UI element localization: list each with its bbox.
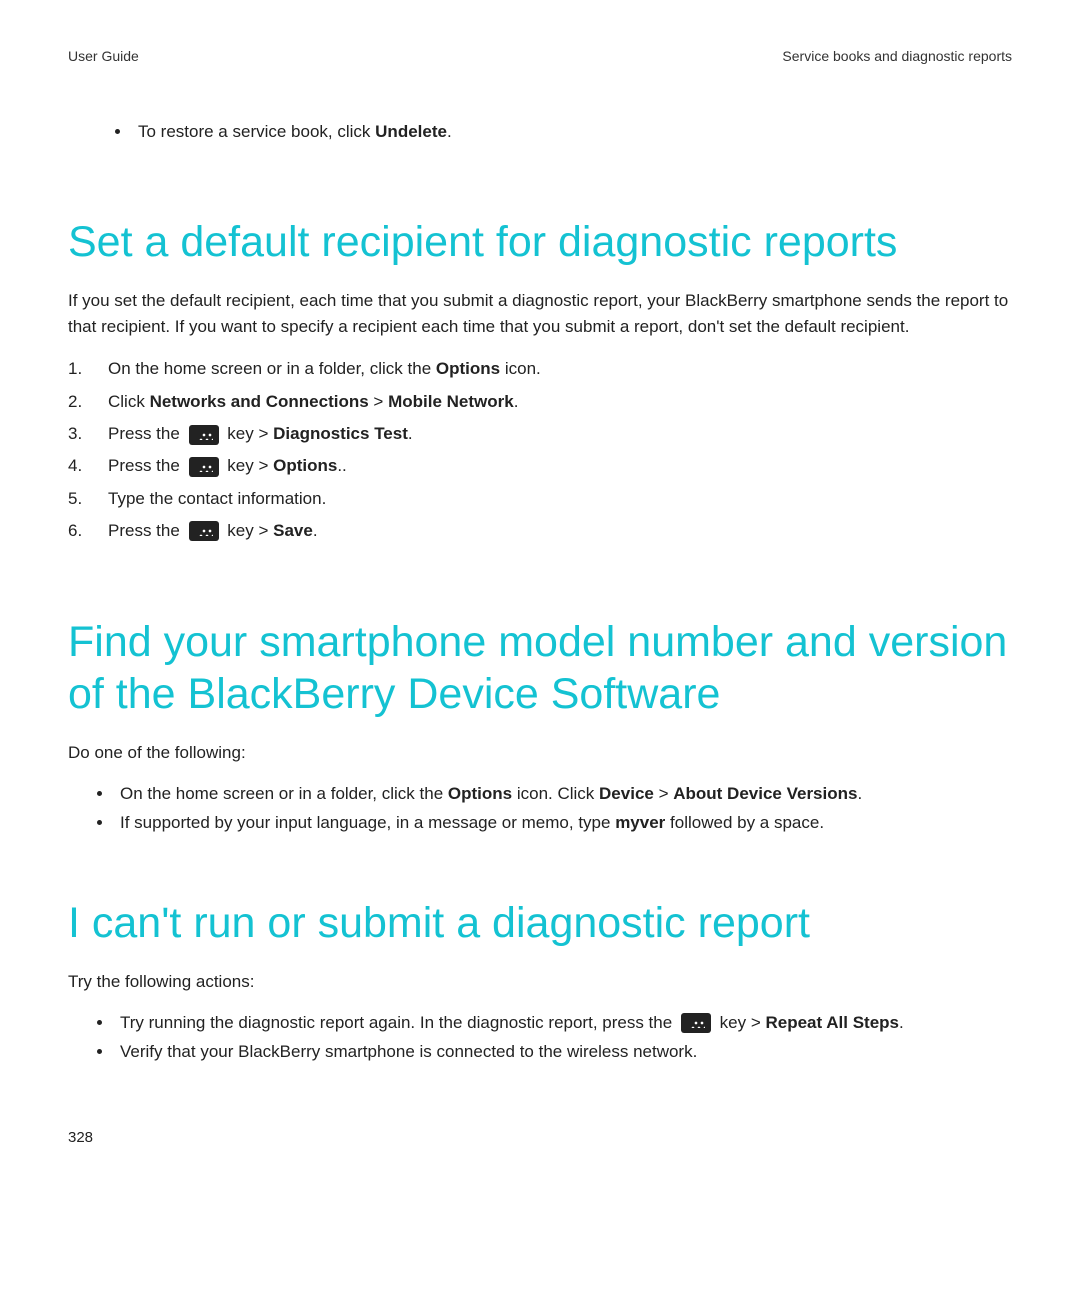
text: key > [223,521,274,540]
bold-text: Options [273,456,337,475]
text: Verify that your BlackBerry smartphone i… [120,1042,697,1061]
paragraph: If you set the default recipient, each t… [68,288,1012,339]
bold-text: myver [615,813,665,832]
text: icon. Click [512,784,599,803]
text: > [654,784,673,803]
bold-text: Device [599,784,654,803]
list-item: Press the key > Options.. [68,450,1012,482]
intro-list: To restore a service book, click Undelet… [68,118,1012,147]
list-item: Press the key > Diagnostics Test. [68,418,1012,450]
text: Click [108,392,150,411]
paragraph: Do one of the following: [68,740,1012,766]
text: Press the [108,456,185,475]
bold-text: Undelete [375,122,447,141]
bold-text: About Device Versions [673,784,857,803]
text: To restore a service book, click [138,122,375,141]
section-heading: I can't run or submit a diagnostic repor… [68,898,1012,950]
text: . [857,784,862,803]
bold-text: Mobile Network [388,392,514,411]
bold-text: Options [436,359,500,378]
text: . [514,392,519,411]
list-item: On the home screen or in a folder, click… [114,780,1012,809]
list-item: On the home screen or in a folder, click… [68,353,1012,385]
paragraph: Try the following actions: [68,969,1012,995]
text: .. [337,456,346,475]
bold-text: Repeat All Steps [765,1013,899,1032]
page-header: User Guide Service books and diagnostic … [68,48,1012,64]
list-item: To restore a service book, click Undelet… [132,118,1012,147]
list-item: Type the contact information. [68,483,1012,515]
text: On the home screen or in a folder, click… [108,359,436,378]
list-item: Try running the diagnostic report again.… [114,1009,1012,1038]
section-heading: Set a default recipient for diagnostic r… [68,217,1012,269]
text: Try running the diagnostic report again.… [120,1013,677,1032]
blackberry-key-icon [189,521,219,541]
header-right: Service books and diagnostic reports [782,48,1012,64]
text: . [447,122,452,141]
section-heading: Find your smartphone model number and ve… [68,617,1012,720]
text: Press the [108,424,185,443]
text: key > [223,456,274,475]
bold-text: Save [273,521,313,540]
blackberry-key-icon [681,1013,711,1033]
list-item: If supported by your input language, in … [114,809,1012,838]
list-item: Press the key > Save. [68,515,1012,547]
bullet-list: Try running the diagnostic report again.… [68,1009,1012,1067]
page-number: 328 [68,1129,93,1146]
blackberry-key-icon [189,425,219,445]
bold-text: Options [448,784,512,803]
bold-text: Networks and Connections [150,392,369,411]
text: . [899,1013,904,1032]
text: . [408,424,413,443]
bullet-list: On the home screen or in a folder, click… [68,780,1012,838]
text: > [369,392,388,411]
blackberry-key-icon [189,457,219,477]
text: followed by a space. [665,813,824,832]
list-item: Verify that your BlackBerry smartphone i… [114,1038,1012,1067]
text: key > [715,1013,766,1032]
header-left: User Guide [68,48,139,64]
text: icon. [500,359,541,378]
text: Type the contact information. [108,489,326,508]
text: key > [223,424,274,443]
text: If supported by your input language, in … [120,813,615,832]
list-item: Click Networks and Connections > Mobile … [68,386,1012,418]
text: . [313,521,318,540]
page: User Guide Service books and diagnostic … [0,0,1080,1296]
text: On the home screen or in a folder, click… [120,784,448,803]
bold-text: Diagnostics Test [273,424,408,443]
text: Press the [108,521,185,540]
steps-list: On the home screen or in a folder, click… [68,353,1012,547]
